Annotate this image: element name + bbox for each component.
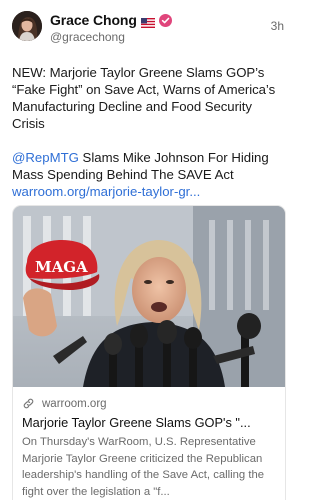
post-text: NEW: Marjorie Taylor Greene Slams GOP’s … [12, 65, 276, 131]
link-preview-domain-row: warroom.org [22, 396, 285, 411]
link-preview-card[interactable]: MAGA warroom.org Marjorie Taylor Greene … [12, 205, 286, 500]
link-preview-image[interactable]: MAGA [13, 206, 285, 387]
link-icon [22, 397, 35, 410]
post-header: Grace Chong @gracechong 3h [12, 11, 286, 47]
hat-text: MAGA [35, 258, 88, 276]
link-preview-description: On Thursday's WarRoom, U.S. Representati… [22, 436, 265, 498]
us-flag-icon [140, 15, 155, 28]
author-handle[interactable]: @gracechong [50, 30, 125, 44]
author-name[interactable]: Grace Chong [50, 12, 137, 28]
author-name-row: Grace Chong [50, 12, 172, 28]
post-timestamp: 3h [270, 19, 284, 33]
link-preview-title[interactable]: Marjorie Taylor Greene Slams GOP's "... [22, 415, 280, 431]
link-preview-domain: warroom.org [42, 397, 107, 410]
post-url-link[interactable]: warroom.org/marjorie-taylor-gr... [12, 183, 286, 200]
post[interactable]: Grace Chong @gracechong 3h NEW: Marjorie… [0, 0, 298, 500]
mention-link[interactable]: @RepMTG [12, 150, 79, 165]
avatar[interactable] [12, 11, 42, 41]
post-subtext: @RepMTG Slams Mike Johnson For Hiding Ma… [12, 149, 286, 200]
verified-badge-icon [158, 13, 172, 27]
link-preview-meta: warroom.org Marjorie Taylor Greene Slams… [13, 387, 285, 500]
